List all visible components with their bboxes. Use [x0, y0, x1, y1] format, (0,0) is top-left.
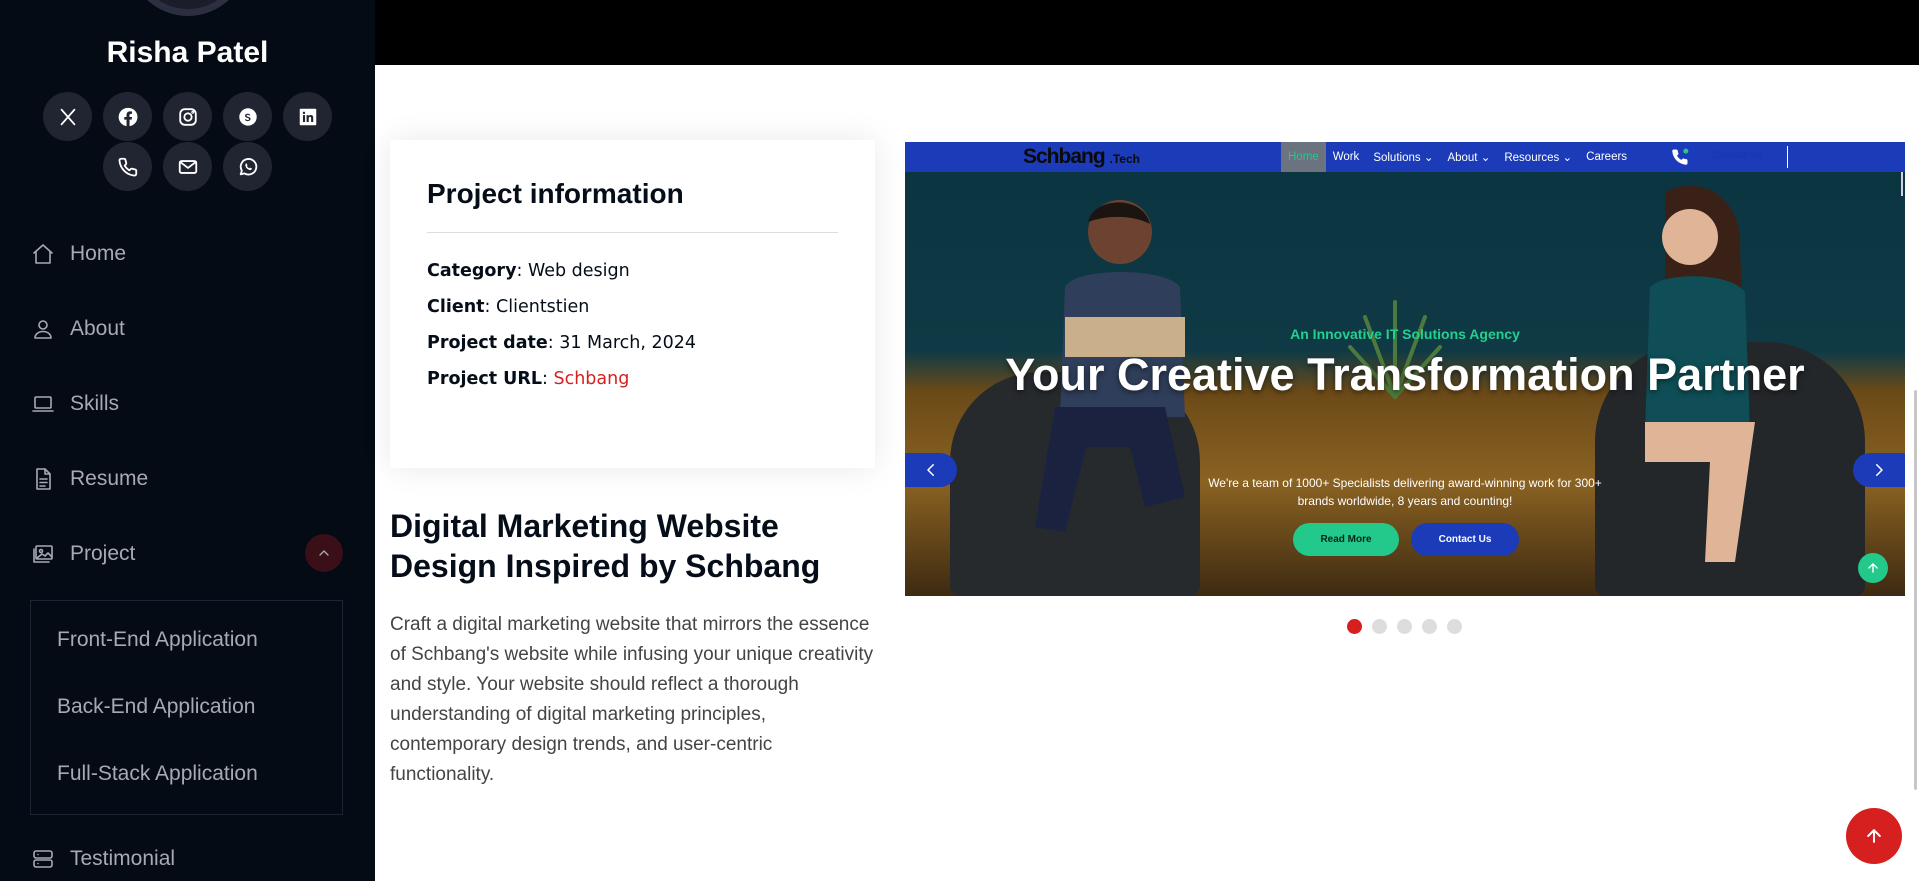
house-icon — [30, 241, 56, 267]
project-info-title: Project information — [427, 178, 684, 209]
nav-project[interactable]: Project — [30, 532, 345, 576]
page-scrollbar[interactable] — [1914, 390, 1917, 790]
linkedin-link[interactable] — [283, 92, 332, 141]
nav-home[interactable]: Home — [30, 232, 345, 276]
nav-resume[interactable]: Resume — [30, 457, 345, 501]
slide-menu-careers: Careers — [1586, 151, 1628, 163]
info-url: Project URL: Schbang — [427, 369, 630, 389]
project-heading: Digital Marketing Website Design Inspire… — [390, 508, 821, 584]
instagram-icon — [178, 107, 197, 126]
slide-contact-button: Contact Us — [1411, 523, 1519, 556]
whatsapp-link[interactable] — [223, 142, 272, 191]
person-icon — [30, 316, 56, 342]
slide-read-more-button: Read More — [1293, 523, 1399, 556]
social-links-row-1 — [0, 92, 375, 141]
slide-menu-work: Work — [1332, 151, 1360, 163]
instagram-link[interactable] — [163, 92, 212, 141]
nav-project-label: Project — [70, 542, 136, 565]
facebook-link[interactable] — [103, 92, 152, 141]
sidebar: Risha Patel Home About Skills Resume Pro… — [0, 0, 375, 881]
carousel-dot[interactable] — [1447, 619, 1462, 634]
nav-skills[interactable]: Skills — [30, 382, 345, 426]
back-to-top-button[interactable] — [1846, 808, 1902, 864]
carousel-next-button[interactable] — [1853, 453, 1905, 487]
slide-site-navbar: Schbang .Tech Home Work Solutions ⌄ Abou… — [905, 142, 1905, 172]
project-collapse-toggle[interactable] — [305, 534, 343, 572]
nav-about[interactable]: About — [30, 307, 345, 351]
project-info-card: Project information Category: Web design… — [390, 140, 875, 468]
skype-icon — [238, 107, 257, 126]
project-submenu: Front-End Application Back-End Applicati… — [30, 600, 343, 815]
arrow-up-icon — [1867, 829, 1881, 843]
slide-site-menu: Home Work Solutions ⌄ About ⌄ Resources … — [1281, 142, 1634, 172]
project-description: Craft a digital marketing website that m… — [390, 614, 874, 785]
slide-site-logo: Schbang .Tech — [1023, 145, 1140, 168]
slide-scrollbar — [1901, 172, 1903, 196]
slide-menu-resources: Resources ⌄ — [1504, 152, 1573, 164]
carousel-dot[interactable] — [1397, 619, 1412, 634]
phone-icon — [118, 157, 137, 176]
nav-testimonial-label: Testimonial — [70, 847, 176, 870]
x-twitter-link[interactable] — [43, 92, 92, 141]
nav-home-label: Home — [70, 242, 127, 265]
slide-menu-about: About ⌄ — [1447, 152, 1491, 164]
chevron-up-icon — [319, 550, 329, 556]
laptop-icon — [30, 391, 56, 417]
nav-skills-label: Skills — [70, 392, 120, 415]
slide-heading: Your Creative Transformation Partner — [1005, 349, 1805, 400]
phone-icon — [1672, 148, 1689, 165]
avatar — [128, 0, 248, 16]
chevron-left-icon — [927, 464, 934, 476]
info-date: Project date: 31 March, 2024 — [427, 333, 697, 353]
slide-menu-solutions: Solutions ⌄ — [1373, 152, 1434, 164]
carousel-prev-button[interactable] — [905, 453, 957, 487]
arrow-up-icon — [1868, 563, 1878, 573]
carousel-dot[interactable] — [1372, 619, 1387, 634]
slide-scroll-top-button — [1858, 553, 1888, 583]
phone-link[interactable] — [103, 142, 152, 191]
nav-testimonial[interactable]: Testimonial — [30, 837, 345, 881]
submenu-fullstack[interactable]: Full-Stack Application — [57, 762, 258, 786]
social-links-row-2 — [0, 142, 375, 191]
carousel-dot[interactable] — [1347, 619, 1362, 634]
project-image-carousel: Schbang .Tech Home Work Solutions ⌄ Abou… — [905, 142, 1905, 596]
carousel-dot[interactable] — [1422, 619, 1437, 634]
page-header-bar — [375, 0, 1919, 65]
divider — [1787, 146, 1788, 168]
email-link[interactable] — [163, 142, 212, 191]
chevron-right-icon — [1876, 464, 1883, 476]
slide-tagline: An Innovative IT Solutions Agency — [1290, 326, 1520, 342]
nav-about-label: About — [70, 317, 125, 340]
nav-resume-label: Resume — [70, 467, 149, 490]
project-url-link[interactable]: Schbang — [553, 369, 629, 389]
carousel-pagination — [1347, 619, 1462, 634]
slide-contact-link: Contact Us — [1713, 150, 1763, 161]
slide-menu-home: Home — [1281, 142, 1326, 172]
whatsapp-icon — [239, 157, 257, 175]
info-category: Category: Web design — [427, 261, 630, 281]
skype-link[interactable] — [223, 92, 272, 141]
file-text-icon — [30, 466, 56, 492]
images-icon — [30, 541, 56, 567]
envelope-icon — [178, 159, 197, 174]
profile-name: Risha Patel — [106, 36, 269, 69]
facebook-icon — [118, 107, 137, 126]
submenu-frontend[interactable]: Front-End Application — [57, 628, 258, 652]
submenu-backend[interactable]: Back-End Application — [57, 695, 255, 719]
x-twitter-icon — [60, 108, 75, 125]
linkedin-icon — [299, 108, 316, 125]
divider — [427, 232, 838, 233]
server-icon — [30, 846, 56, 872]
info-client: Client: Clientstien — [427, 297, 590, 317]
slide-paragraph: We're a team of 1000+ Specialists delive… — [1208, 476, 1602, 508]
